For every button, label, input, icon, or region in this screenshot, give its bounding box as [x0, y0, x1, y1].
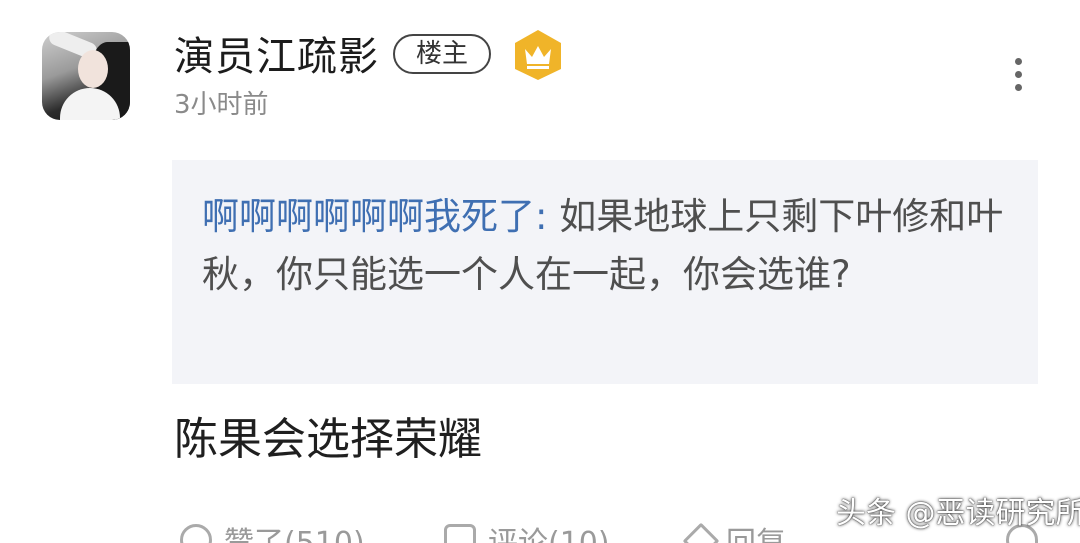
- reply-button[interactable]: 回复: [682, 522, 786, 543]
- quoted-comment[interactable]: 啊啊啊啊啊啊我死了: 如果地球上只剩下叶修和叶秋，你只能选一个人在一起，你会选谁…: [172, 160, 1038, 384]
- owner-badge: 楼主: [393, 34, 491, 74]
- username[interactable]: 演员江疏影: [174, 32, 379, 82]
- watermark: 头条 @恶读研究所: [836, 496, 1080, 531]
- comment-button[interactable]: 评论(10): [444, 524, 610, 543]
- quote-author-link[interactable]: 啊啊啊啊啊啊我死了:: [202, 195, 547, 238]
- quote-text: 啊啊啊啊啊啊我死了: 如果地球上只剩下叶修和叶秋，你只能选一个人在一起，你会选谁…: [202, 188, 1014, 304]
- reply-label: 回复: [726, 526, 786, 543]
- post-time: 3小时前: [174, 90, 269, 120]
- reply-text: 陈果会选择荣耀: [174, 414, 482, 465]
- crown-icon: [515, 30, 561, 80]
- more-vertical-icon[interactable]: [1004, 58, 1032, 94]
- share-icon: [682, 522, 720, 543]
- like-button[interactable]: 赞了(510): [180, 524, 365, 543]
- comment-icon: [444, 524, 476, 543]
- like-icon: [180, 524, 212, 543]
- like-label: 赞了(510): [224, 526, 365, 543]
- avatar[interactable]: [42, 32, 130, 120]
- post-page: 演员江疏影 楼主 3小时前 啊啊啊啊啊啊我死了: 如果地球上只剩下叶修和叶秋，你…: [0, 0, 1080, 543]
- comment-label: 评论(10): [488, 526, 610, 543]
